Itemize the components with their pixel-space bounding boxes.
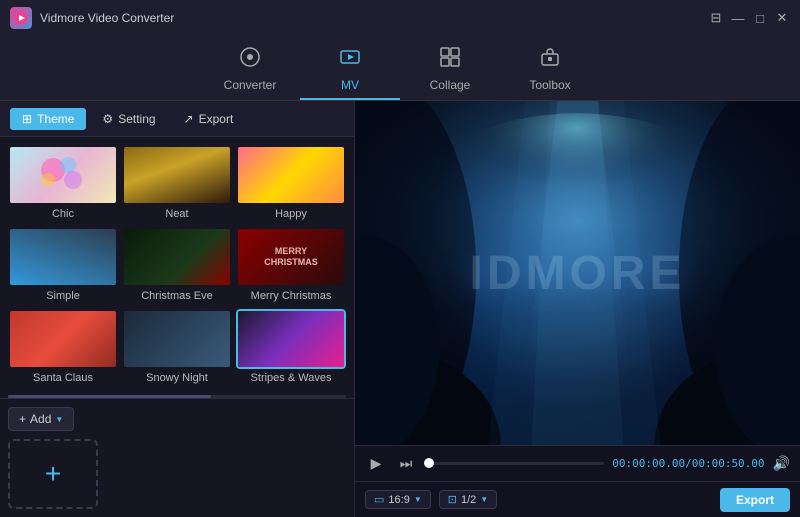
export-arrow-icon: ↗ xyxy=(184,112,194,126)
theme-stripes-waves[interactable]: Stripes & Waves xyxy=(236,309,346,387)
subtab-theme[interactable]: ⊞ Theme xyxy=(10,108,86,130)
page-select[interactable]: ⊡ 1/2 ▼ xyxy=(439,490,497,509)
progress-knob[interactable] xyxy=(424,458,434,468)
add-media-placeholder[interactable]: + xyxy=(8,439,98,509)
theme-christmas-eve[interactable]: Christmas Eve xyxy=(122,227,232,305)
sub-tabs: ⊞ Theme ⚙ Setting ↗ Export xyxy=(0,101,354,137)
ratio-icon: ▭ xyxy=(374,493,384,506)
preview-area: IDMORE xyxy=(355,101,800,445)
titlebar-close-btn[interactable]: ✕ xyxy=(774,10,790,26)
skip-button[interactable]: ⏭ xyxy=(395,453,417,475)
theme-happy-label: Happy xyxy=(275,208,307,220)
theme-snowy-night-thumb xyxy=(122,309,232,369)
add-plus-icon: + xyxy=(19,412,26,426)
tab-toolbox-label: Toolbox xyxy=(529,78,570,92)
theme-snowy-night-label: Snowy Night xyxy=(146,372,208,384)
theme-grid-icon: ⊞ xyxy=(22,112,32,126)
tab-converter[interactable]: Converter xyxy=(200,40,300,100)
theme-snowy-night[interactable]: Snowy Night xyxy=(122,309,232,387)
theme-happy-thumb xyxy=(236,145,346,205)
titlebar-message-btn[interactable]: ⊟ xyxy=(708,10,724,26)
tab-collage-label: Collage xyxy=(430,78,471,92)
app-logo xyxy=(10,7,32,29)
subtab-export[interactable]: ↗ Export xyxy=(172,108,246,130)
theme-simple[interactable]: Simple xyxy=(8,227,118,305)
toolbox-icon xyxy=(539,46,561,74)
title-bar: Vidmore Video Converter ⊟ — □ ✕ xyxy=(0,0,800,36)
format-bar: ▭ 16:9 ▼ ⊡ 1/2 ▼ Export xyxy=(355,481,800,517)
theme-chic[interactable]: Chic xyxy=(8,145,118,223)
mv-icon xyxy=(339,46,361,74)
ratio-value: 16:9 xyxy=(388,494,409,506)
skip-icon: ⏭ xyxy=(400,455,413,472)
theme-stripes-waves-label: Stripes & Waves xyxy=(251,372,332,384)
title-bar-controls: ⊟ — □ ✕ xyxy=(708,10,790,26)
title-bar-left: Vidmore Video Converter xyxy=(10,7,174,29)
theme-christmas-eve-label: Christmas Eve xyxy=(141,290,213,302)
tab-collage[interactable]: Collage xyxy=(400,40,500,100)
theme-merry-christmas-thumb: MERRYCHRISTMAS xyxy=(236,227,346,287)
time-current: 00:00:00.00 xyxy=(612,457,685,470)
converter-icon xyxy=(239,46,261,74)
app-title: Vidmore Video Converter xyxy=(40,11,174,25)
tab-toolbox[interactable]: Toolbox xyxy=(500,40,600,100)
add-section: + Add ▼ + xyxy=(0,398,354,517)
tab-mv-label: MV xyxy=(341,78,359,92)
add-media-plus-icon: + xyxy=(45,458,61,490)
theme-chic-label: Chic xyxy=(52,208,74,220)
volume-icon[interactable]: 🔊 xyxy=(773,455,790,472)
export-button[interactable]: Export xyxy=(720,488,790,512)
nav-bar: Converter MV Collage xyxy=(0,36,800,101)
right-panel: IDMORE ▶ ⏭ 00:00:00.00/00:00:50.00 🔊 xyxy=(355,101,800,517)
subtab-export-label: Export xyxy=(199,112,234,126)
play-icon: ▶ xyxy=(371,455,382,472)
add-chevron-icon: ▼ xyxy=(55,415,63,424)
time-total: 00:00:50.00 xyxy=(692,457,765,470)
controls-bar: ▶ ⏭ 00:00:00.00/00:00:50.00 🔊 xyxy=(355,445,800,481)
left-panel: ⊞ Theme ⚙ Setting ↗ Export xyxy=(0,101,355,517)
tab-mv[interactable]: MV xyxy=(300,40,400,100)
page-chevron-icon: ▼ xyxy=(480,495,488,504)
theme-stripes-waves-thumb xyxy=(236,309,346,369)
theme-santa-claus-thumb xyxy=(8,309,118,369)
theme-christmas-eve-thumb xyxy=(122,227,232,287)
theme-chic-thumb xyxy=(8,145,118,205)
theme-merry-christmas[interactable]: MERRYCHRISTMAS Merry Christmas xyxy=(236,227,346,305)
theme-grid: Chic Neat Happy Simple xyxy=(0,137,354,395)
subtab-theme-label: Theme xyxy=(37,112,74,126)
page-value: 1/2 xyxy=(461,494,476,506)
theme-merry-christmas-label: Merry Christmas xyxy=(251,290,332,302)
subtab-setting[interactable]: ⚙ Setting xyxy=(90,108,167,130)
subtab-setting-label: Setting xyxy=(118,112,155,126)
titlebar-minimize-btn[interactable]: — xyxy=(730,10,746,26)
ratio-select[interactable]: ▭ 16:9 ▼ xyxy=(365,490,431,509)
setting-gear-icon: ⚙ xyxy=(102,112,113,126)
page-icon: ⊡ xyxy=(448,493,457,506)
titlebar-maximize-btn[interactable]: □ xyxy=(752,10,768,26)
ratio-chevron-icon: ▼ xyxy=(414,495,422,504)
preview-watermark: IDMORE xyxy=(470,246,686,301)
play-button[interactable]: ▶ xyxy=(365,453,387,475)
theme-simple-label: Simple xyxy=(46,290,80,302)
theme-neat[interactable]: Neat xyxy=(122,145,232,223)
theme-santa-claus[interactable]: Santa Claus xyxy=(8,309,118,387)
theme-simple-thumb xyxy=(8,227,118,287)
main-content: ⊞ Theme ⚙ Setting ↗ Export xyxy=(0,101,800,517)
progress-bar[interactable] xyxy=(425,462,604,465)
preview-scene: IDMORE xyxy=(355,101,800,445)
add-label: Add xyxy=(30,412,51,426)
theme-santa-claus-label: Santa Claus xyxy=(33,372,93,384)
theme-neat-label: Neat xyxy=(165,208,188,220)
theme-neat-thumb xyxy=(122,145,232,205)
format-left: ▭ 16:9 ▼ ⊡ 1/2 ▼ xyxy=(365,490,497,509)
tab-converter-label: Converter xyxy=(224,78,277,92)
theme-happy[interactable]: Happy xyxy=(236,145,346,223)
time-display: 00:00:00.00/00:00:50.00 xyxy=(612,457,764,470)
add-button[interactable]: + Add ▼ xyxy=(8,407,74,431)
collage-icon xyxy=(439,46,461,74)
